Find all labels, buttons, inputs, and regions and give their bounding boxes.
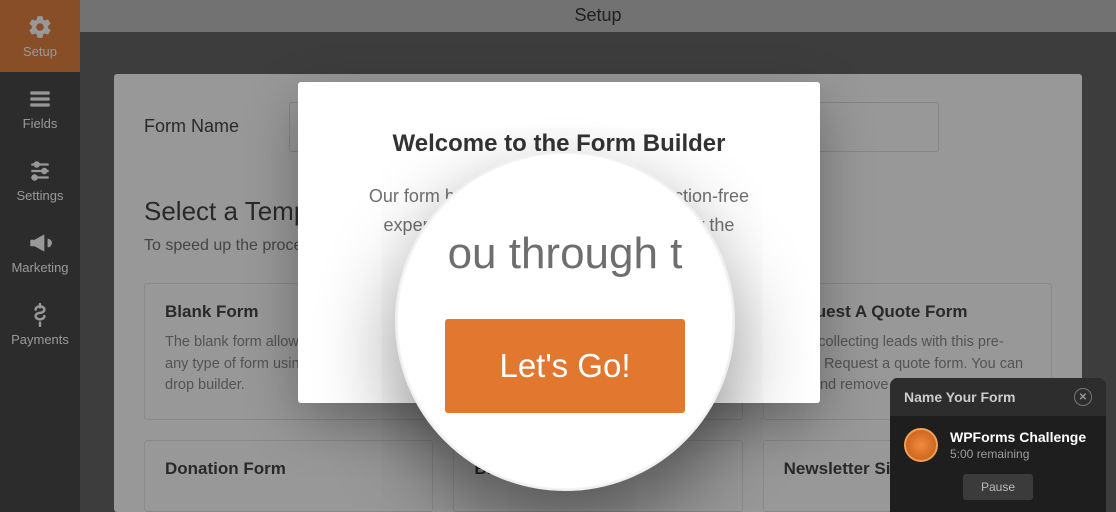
challenge-subtitle: 5:00 remaining <box>950 447 1086 461</box>
challenge-widget: Name Your Form ✕ WPForms Challenge 5:00 … <box>890 378 1106 512</box>
magnifier-lens: ou through t Let's Go! <box>395 151 735 491</box>
app: Setup Fields Settings Marketing Payments <box>0 0 1116 512</box>
pause-button[interactable]: Pause <box>963 474 1033 500</box>
magnifier-text: ou through t <box>448 229 683 279</box>
magnifier-lets-go-button[interactable]: Let's Go! <box>445 319 684 413</box>
challenge-title: WPForms Challenge <box>950 429 1086 445</box>
close-icon[interactable]: ✕ <box>1074 388 1092 406</box>
challenge-avatar <box>904 428 938 462</box>
challenge-head-label: Name Your Form <box>904 389 1016 405</box>
challenge-header: Name Your Form ✕ <box>890 378 1106 416</box>
